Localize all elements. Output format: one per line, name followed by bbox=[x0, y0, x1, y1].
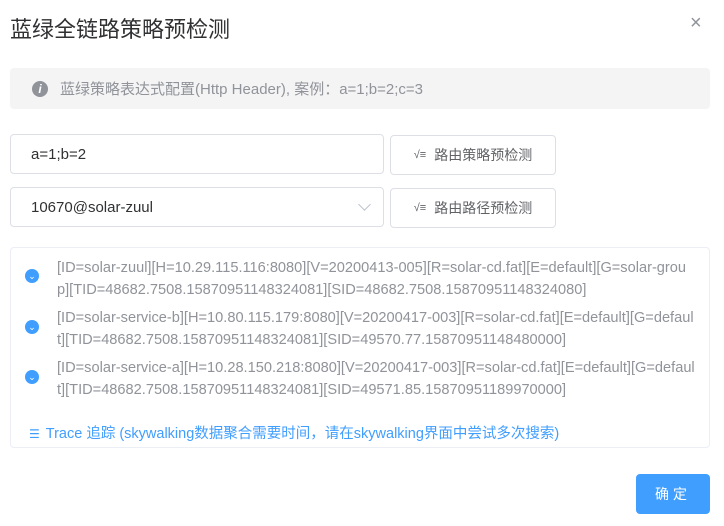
result-item: [ID=solar-zuul][H=10.29.115.116:8080][V=… bbox=[57, 260, 687, 298]
sliders-icon: ☰ bbox=[29, 427, 40, 441]
info-alert: i 蓝绿策略表达式配置(Http Header), 案例：a=1;b=2;c=3 bbox=[10, 68, 710, 109]
alert-text: 蓝绿策略表达式配置(Http Header), 案例：a=1;b=2;c=3 bbox=[60, 81, 424, 98]
path-precheck-button[interactable]: √≡ 路由路径预检测 bbox=[390, 188, 556, 228]
check-list-icon: √≡ bbox=[413, 202, 427, 214]
chevron-circle-icon[interactable]: ⌄ bbox=[25, 269, 39, 283]
results-panel: ⌄ [ID=solar-zuul][H=10.29.115.116:8080][… bbox=[10, 247, 710, 448]
trace-link[interactable]: ☰ Trace 追踪 (skywalking数据聚合需要时间，请在skywalki… bbox=[29, 422, 559, 443]
confirm-button[interactable]: 确定 bbox=[636, 474, 710, 514]
info-icon: i bbox=[32, 80, 48, 97]
strategy-input-value: a=1;b=2 bbox=[31, 145, 87, 163]
chevron-circle-icon[interactable]: ⌄ bbox=[25, 370, 39, 384]
result-item: [ID=solar-service-a][H=10.28.150.218:808… bbox=[57, 360, 695, 398]
button-label: 路由策略预检测 bbox=[434, 147, 533, 163]
check-list-icon: √≡ bbox=[413, 149, 427, 161]
service-select[interactable]: 10670@solar-zuul bbox=[10, 187, 384, 227]
chevron-down-icon bbox=[358, 198, 371, 211]
trace-label: Trace 追踪 (skywalking数据聚合需要时间，请在skywalkin… bbox=[45, 426, 560, 442]
close-icon[interactable]: × bbox=[690, 12, 702, 35]
strategy-input[interactable]: a=1;b=2 bbox=[10, 134, 384, 174]
dialog-title: 蓝绿全链路策略预检测 bbox=[10, 17, 231, 42]
result-item: [ID=solar-service-b][H=10.80.115.179:808… bbox=[57, 310, 694, 348]
strategy-precheck-button[interactable]: √≡ 路由策略预检测 bbox=[390, 135, 556, 175]
button-label: 路由路径预检测 bbox=[434, 200, 533, 216]
chevron-circle-icon[interactable]: ⌄ bbox=[25, 320, 39, 334]
service-select-value: 10670@solar-zuul bbox=[31, 198, 153, 216]
